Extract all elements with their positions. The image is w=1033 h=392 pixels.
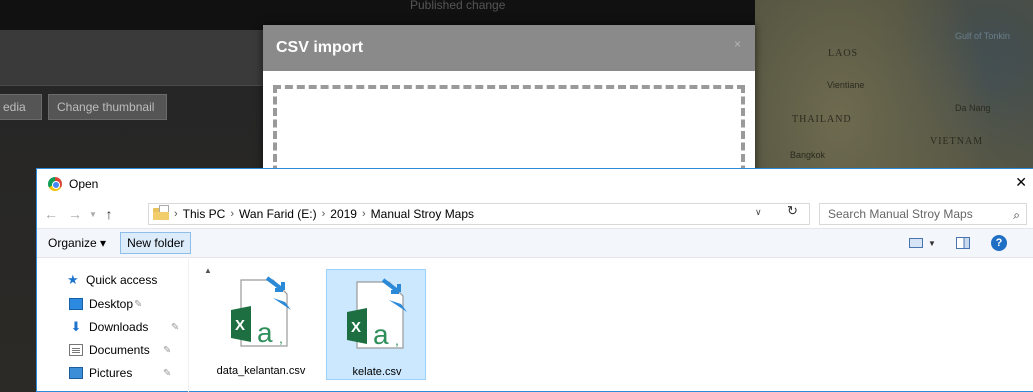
folder-icon [153, 205, 169, 220]
map-label-vietnam: VIETNAM [930, 136, 984, 147]
chevron-down-icon[interactable]: ▼ [928, 239, 936, 248]
change-thumbnail-button[interactable]: Change thumbnail [48, 94, 167, 120]
pin-icon[interactable]: ✎ [134, 299, 142, 310]
svg-text:X: X [235, 317, 245, 334]
svg-text:,: , [279, 330, 283, 346]
svg-text:,: , [395, 332, 399, 348]
new-folder-button[interactable]: New folder [120, 232, 192, 254]
back-arrow-icon[interactable]: ← [43, 206, 59, 222]
chrome-icon [48, 177, 62, 191]
nav-item-pictures[interactable]: Pictures [69, 363, 132, 383]
address-bar[interactable]: › This PC › Wan Farid (E:) › 2019 › Manu… [148, 203, 810, 225]
csv-import-modal: CSV import × [263, 25, 755, 185]
map-label-laos: LAOS [828, 48, 859, 59]
nav-item-documents[interactable]: Documents [69, 340, 150, 360]
view-options-icon[interactable] [909, 238, 923, 248]
close-icon[interactable]: ✕ [1015, 174, 1027, 191]
help-icon[interactable]: ? [991, 235, 1007, 251]
pin-icon[interactable]: ✎ [163, 345, 171, 356]
file-name: data_kelantan.csv [216, 365, 306, 377]
navigation-pane: ★ Quick access Desktop ✎ ⬇ Downloads ✎ D… [37, 259, 189, 392]
chevron-right-icon: › [321, 208, 326, 220]
topbar-status-text: Published change [410, 0, 506, 12]
dialog-title-bar: Open ✕ [37, 169, 1033, 199]
search-placeholder: Search Manual Stroy Maps [828, 207, 973, 221]
svg-text:a: a [257, 317, 273, 348]
search-input[interactable]: Search Manual Stroy Maps ⌕ [819, 203, 1027, 225]
map-label-vientiane: Vientiane [827, 80, 865, 90]
chevron-right-icon: › [361, 208, 366, 220]
organize-button[interactable]: Organize ▾ [48, 236, 106, 250]
pin-icon[interactable]: ✎ [171, 322, 179, 333]
map-label-da-nang: Da Nang [955, 103, 991, 113]
file-item[interactable]: X a , data_kelantan.csv [211, 268, 311, 380]
map-label-bangkok: Bangkok [790, 150, 826, 160]
nav-item-label: Pictures [89, 366, 133, 380]
map-label-thailand: THAILAND [792, 114, 852, 125]
downloads-icon: ⬇ [70, 319, 82, 334]
search-icon[interactable]: ⌕ [1013, 205, 1020, 225]
dialog-toolbar: Organize ▾ New folder ▼ ? [37, 228, 1033, 258]
close-icon[interactable]: × [734, 37, 741, 51]
svg-text:a: a [373, 319, 389, 350]
nav-item-quick-access[interactable]: ★ Quick access [67, 270, 157, 290]
chevron-right-icon: › [230, 208, 235, 220]
nav-item-desktop[interactable]: Desktop [69, 294, 133, 314]
star-icon: ★ [67, 272, 79, 287]
open-file-dialog: Open ✕ ← → ▼ ↑ › This PC › Wan Farid (E:… [36, 168, 1033, 392]
desktop-icon [69, 298, 83, 310]
file-name: kelate.csv [352, 366, 402, 378]
nav-item-label: Desktop [89, 297, 134, 311]
csv-file-icon: X a , [231, 276, 291, 348]
svg-text:X: X [351, 319, 361, 336]
breadcrumb-drive[interactable]: Wan Farid (E:) [239, 207, 317, 221]
pictures-icon [69, 367, 83, 379]
nav-item-label: Downloads [89, 320, 149, 334]
media-button[interactable]: edia [0, 94, 42, 120]
forward-arrow-icon[interactable]: → [67, 206, 83, 222]
documents-icon [69, 344, 83, 356]
modal-header: CSV import × [263, 25, 755, 71]
breadcrumb-2019[interactable]: 2019 [330, 207, 357, 221]
file-item[interactable]: X a , kelate.csv [326, 269, 426, 380]
chevron-right-icon: › [174, 208, 178, 220]
chevron-down-icon[interactable]: ∨ [755, 207, 762, 218]
address-row: ← → ▼ ↑ › This PC › Wan Farid (E:) › 201… [37, 200, 1033, 228]
nav-item-downloads[interactable]: ⬇ Downloads [69, 317, 149, 337]
dialog-title: Open [69, 177, 99, 191]
breadcrumb-this-pc[interactable]: This PC [183, 207, 226, 221]
recent-locations-icon[interactable]: ▼ [87, 210, 99, 219]
refresh-icon[interactable]: ↻ [787, 203, 798, 219]
breadcrumb-current-folder[interactable]: Manual Stroy Maps [371, 207, 474, 221]
csv-file-icon: X a , [347, 278, 407, 350]
nav-item-label: Quick access [86, 273, 158, 287]
map-label-gulf: Gulf of Tonkin [955, 31, 1010, 41]
preview-pane-icon[interactable] [956, 237, 970, 249]
up-arrow-icon[interactable]: ↑ [101, 206, 117, 222]
pin-icon[interactable]: ✎ [163, 368, 171, 379]
modal-title: CSV import [276, 39, 364, 56]
nav-item-label: Documents [89, 343, 150, 357]
